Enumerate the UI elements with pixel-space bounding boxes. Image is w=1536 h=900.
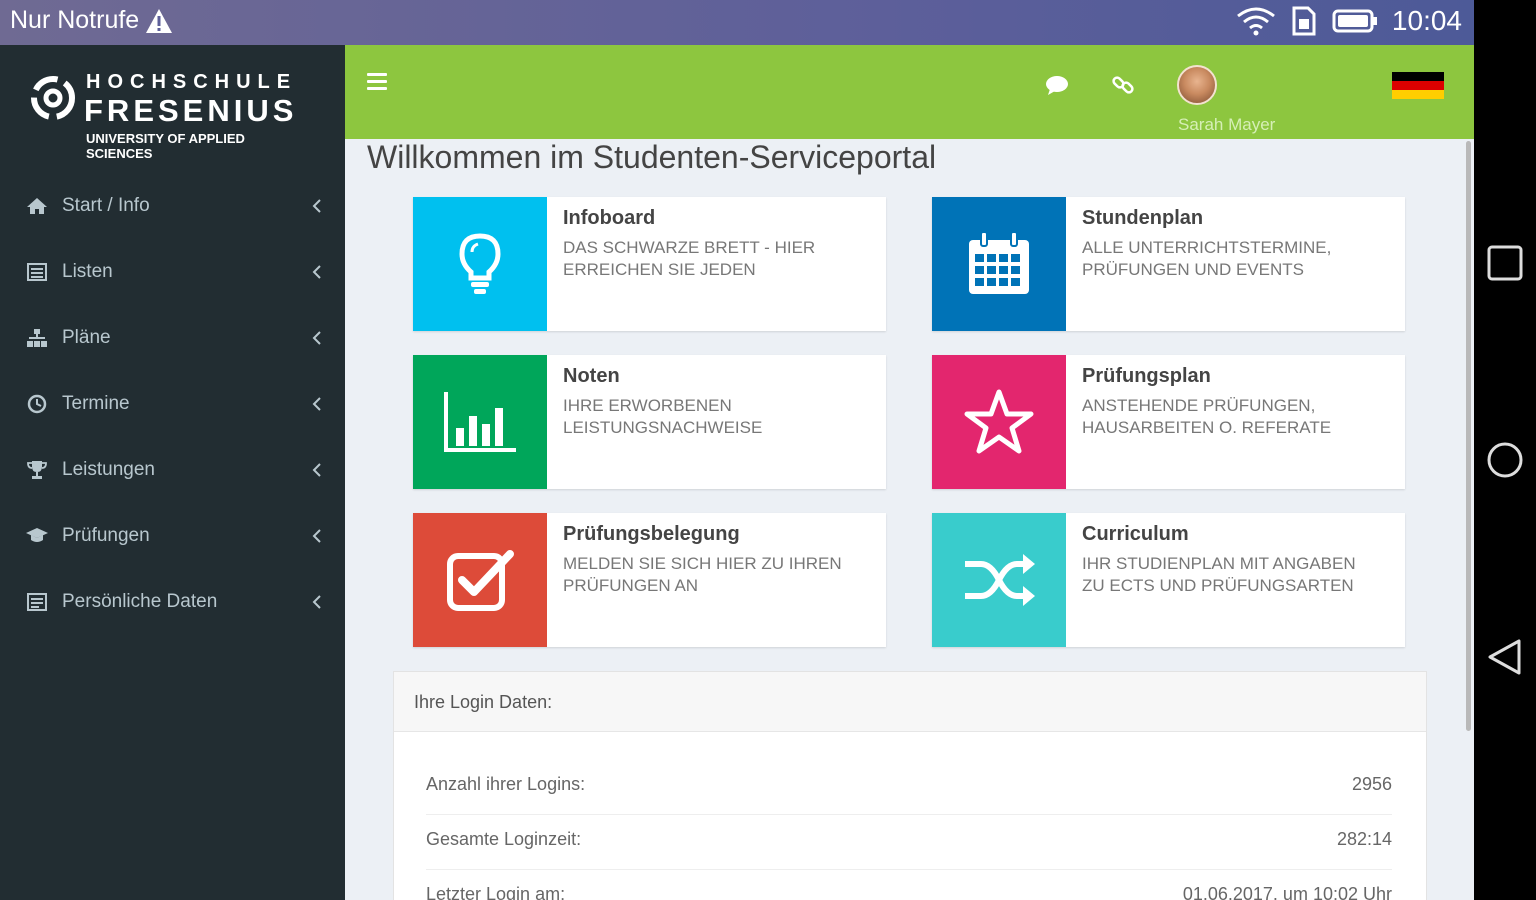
main-content: Willkommen im Studenten-Serviceportal In… — [345, 139, 1474, 900]
row-value: 2956 — [1351, 774, 1392, 794]
tile-title: Curriculum — [1082, 523, 1189, 545]
battery-icon — [1332, 9, 1377, 33]
row-label: Gesamte Loginzeit: — [426, 829, 582, 849]
scrollbar[interactable] — [1466, 141, 1471, 731]
row-value: 282:14 — [1336, 829, 1392, 849]
tile-title: Infoboard — [563, 207, 656, 229]
tile-icon-box — [932, 513, 1066, 647]
logo-mark-icon — [31, 76, 75, 120]
card-icon — [27, 593, 47, 611]
clock-icon — [27, 394, 47, 414]
recent-apps-icon[interactable] — [1486, 244, 1524, 282]
chevron-left-icon — [312, 331, 321, 345]
android-nav-bar — [1474, 0, 1536, 900]
login-box-title: Ihre Login Daten: — [394, 672, 1426, 732]
clock-text: 10:04 — [1391, 5, 1462, 36]
tile-description: DAS SCHWARZE BRETT - HIER ERREICHEN SIE … — [563, 238, 816, 279]
tile-noten[interactable]: Noten IHRE ERWORBENEN LEISTUNGSNACHWEISE — [413, 355, 886, 489]
sidebar-item-pruefungen[interactable]: Prüfungen — [0, 503, 345, 569]
tile-icon-box — [413, 197, 547, 331]
sidebar-item-label: Listen — [62, 261, 113, 282]
shuffle-icon — [965, 554, 1035, 606]
sidebar-item-persoenliche-daten[interactable]: Persönliche Daten — [0, 569, 345, 635]
carrier-text: Nur Notrufe — [10, 6, 140, 34]
sidebar-item-start-info[interactable]: Start / Info — [0, 173, 345, 239]
user-name[interactable]: Sarah Mayer — [1178, 115, 1275, 135]
row-value: 01.06.2017, um 10:02 Uhr — [1182, 884, 1392, 900]
star-icon — [964, 389, 1034, 454]
logo-line3: UNIVERSITY OF APPLIED SCIENCES — [86, 131, 245, 161]
tile-title: Prüfungsplan — [1082, 365, 1211, 387]
chevron-left-icon — [312, 529, 321, 543]
sidebar-item-label: Prüfungen — [62, 525, 150, 546]
avatar[interactable] — [1177, 65, 1217, 105]
tile-description: ANSTEHENDE PRÜFUNGEN, HAUSARBEITEN O. RE… — [1082, 396, 1332, 437]
row-label: Letzter Login am: — [426, 884, 566, 900]
chat-icon[interactable] — [1045, 73, 1069, 97]
sidebar-item-termine[interactable]: Termine — [0, 371, 345, 437]
tile-stundenplan[interactable]: Stundenplan ALLE UNTERRICHTSTERMINE, PRÜ… — [932, 197, 1405, 331]
sidebar-item-leistungen[interactable]: Leistungen — [0, 437, 345, 503]
tile-pruefungsplan[interactable]: Prüfungsplan ANSTEHENDE PRÜFUNGEN, HAUSA… — [932, 355, 1405, 489]
trophy-icon — [27, 461, 47, 479]
university-logo[interactable]: HOCHSCHULE FRESENIUS UNIVERSITY OF APPLI… — [28, 71, 308, 161]
lightbulb-icon — [459, 233, 501, 294]
sim-icon — [1292, 6, 1316, 36]
german-flag-icon[interactable] — [1392, 72, 1444, 99]
back-button-icon[interactable] — [1486, 638, 1524, 676]
sidebar-item-label: Persönliche Daten — [62, 591, 218, 612]
tile-icon-box — [932, 355, 1066, 489]
table-row: Anzahl ihrer Logins: 2956 — [426, 760, 1392, 815]
tile-title: Prüfungsbelegung — [563, 523, 740, 545]
row-label: Anzahl ihrer Logins: — [426, 774, 586, 794]
tile-title: Noten — [563, 365, 620, 387]
graduation-cap-icon — [26, 528, 48, 542]
list-icon — [27, 263, 47, 281]
tile-icon-box — [932, 197, 1066, 331]
sidebar-item-label: Leistungen — [62, 459, 155, 480]
tile-description: ALLE UNTERRICHTSTERMINE, PRÜFUNGEN UND E… — [1082, 238, 1332, 279]
chevron-left-icon — [312, 199, 321, 213]
sitemap-icon — [27, 329, 47, 347]
bar-chart-icon — [444, 392, 516, 452]
tile-description: IHRE ERWORBENEN LEISTUNGSNACHWEISE — [563, 396, 763, 437]
tile-icon-box — [413, 355, 547, 489]
chevron-left-icon — [312, 397, 321, 411]
logo-line1: HOCHSCHULE — [86, 71, 298, 93]
sidebar-item-label: Termine — [62, 393, 130, 414]
table-row: Letzter Login am: 01.06.2017, um 10:02 U… — [426, 870, 1392, 900]
chevron-left-icon — [312, 463, 321, 477]
sidebar-item-label: Pläne — [62, 327, 111, 348]
link-icon[interactable] — [1111, 73, 1135, 97]
tile-pruefungsbelegung[interactable]: Prüfungsbelegung MELDEN SIE SICH HIER ZU… — [413, 513, 886, 647]
table-row: Gesamte Loginzeit: 282:14 — [426, 815, 1392, 870]
status-right: 10:04 — [1236, 5, 1462, 37]
logo-line2: FRESENIUS — [84, 93, 298, 128]
top-header: Sarah Mayer — [345, 45, 1474, 139]
chevron-left-icon — [312, 595, 321, 609]
calendar-icon — [969, 231, 1029, 294]
status-bar: Nur Notrufe 10:04 — [0, 0, 1474, 45]
tile-infoboard[interactable]: Infoboard DAS SCHWARZE BRETT - HIER ERRE… — [413, 197, 886, 331]
sidebar: HOCHSCHULE FRESENIUS UNIVERSITY OF APPLI… — [0, 45, 345, 900]
wifi-icon — [1237, 7, 1275, 36]
warning-icon — [146, 8, 173, 33]
sidebar-item-label: Start / Info — [62, 195, 150, 216]
status-left: Nur Notrufe — [10, 6, 173, 35]
sidebar-menu: Start / Info Listen Pläne Termine Leistu… — [0, 173, 345, 635]
home-icon — [27, 198, 47, 214]
tile-icon-box — [413, 513, 547, 647]
tile-description: IHR STUDIENPLAN MIT ANGABEN ZU ECTS UND … — [1082, 554, 1356, 595]
checkbox-icon — [447, 550, 514, 611]
page-title: Willkommen im Studenten-Serviceportal — [367, 139, 937, 175]
sidebar-item-listen[interactable]: Listen — [0, 239, 345, 305]
chevron-left-icon — [312, 265, 321, 279]
tile-curriculum[interactable]: Curriculum IHR STUDIENPLAN MIT ANGABEN Z… — [932, 513, 1405, 647]
tile-title: Stundenplan — [1082, 207, 1204, 229]
login-data-box: Ihre Login Daten: Anzahl ihrer Logins: 2… — [393, 671, 1427, 900]
sidebar-item-plaene[interactable]: Pläne — [0, 305, 345, 371]
menu-toggle-icon[interactable] — [367, 73, 387, 91]
tile-description: MELDEN SIE SICH HIER ZU IHREN PRÜFUNGEN … — [563, 554, 842, 595]
home-button-icon[interactable] — [1486, 441, 1524, 479]
